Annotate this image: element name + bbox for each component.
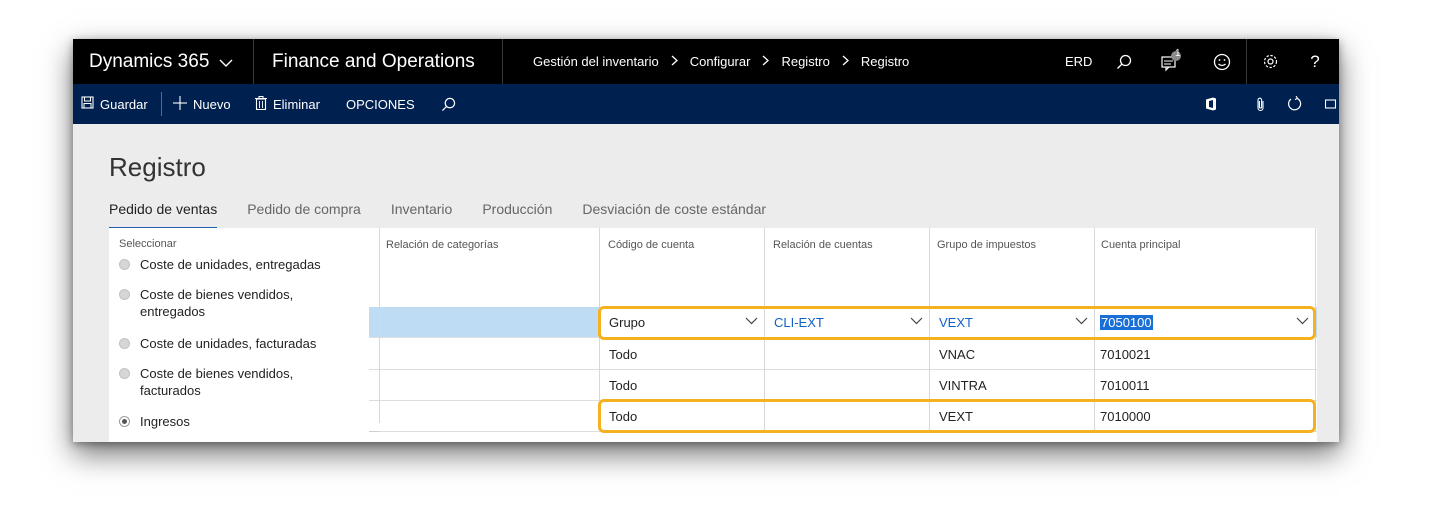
- brand-label: Dynamics 365: [89, 50, 210, 72]
- radio-option[interactable]: Coste de unidades, entregadas: [119, 256, 321, 273]
- column-header[interactable]: Relación de categorías: [381, 234, 596, 256]
- radio-label: Ingresos: [140, 414, 190, 429]
- breadcrumb-item[interactable]: Configurar: [690, 54, 751, 69]
- divider: [161, 92, 162, 116]
- breadcrumb-item[interactable]: Gestión del inventario: [533, 54, 659, 69]
- radio-button-selected[interactable]: [119, 416, 130, 427]
- company-picker[interactable]: ERD: [1065, 39, 1092, 84]
- grid-line: [379, 228, 380, 423]
- divider: [253, 39, 254, 84]
- cell-account-code: Todo: [609, 347, 638, 362]
- chevron-right-icon: [671, 55, 678, 69]
- product-name: Finance and Operations: [272, 50, 475, 72]
- column-header[interactable]: Código de cuenta: [603, 234, 763, 256]
- radio-label: Coste de bienes vendidos, entregados: [140, 287, 294, 319]
- attachment-icon[interactable]: [1256, 84, 1265, 124]
- tab-inventario[interactable]: Inventario: [391, 201, 452, 229]
- column-header[interactable]: Cuenta principal: [1096, 234, 1296, 256]
- column-header[interactable]: Relación de cuentas: [768, 234, 928, 256]
- delete-button[interactable]: Eliminar: [255, 84, 320, 124]
- highlight-outline: [598, 399, 1316, 433]
- posting-grid: Relación de categorías Código de cuenta …: [369, 228, 1317, 442]
- cell-tax-group: VNAC: [939, 347, 976, 362]
- breadcrumb-item[interactable]: Registro: [861, 54, 909, 69]
- table-row[interactable]: Todo VNAC 7010021: [369, 339, 1317, 370]
- tab-pedido-de-ventas[interactable]: Pedido de ventas: [109, 201, 218, 229]
- radio-label: Coste de unidades, entregadas: [140, 257, 321, 272]
- select-panel: Seleccionar Coste de unidades, entregada…: [109, 228, 369, 442]
- grid-line: [369, 431, 379, 432]
- save-icon: [81, 96, 94, 112]
- radio-label: Coste de bienes vendidos, facturados: [140, 366, 294, 398]
- tab-pedido-de-compra[interactable]: Pedido de compra: [247, 201, 361, 229]
- cell-main-account: 7010011: [1100, 378, 1150, 393]
- save-button[interactable]: Guardar: [81, 84, 148, 124]
- highlight-outline: [598, 306, 1316, 340]
- top-nav-bar: Dynamics 365 Finance and Operations Gest…: [73, 39, 1339, 84]
- tab-produccion[interactable]: Producción: [482, 201, 552, 229]
- new-label: Nuevo: [193, 96, 231, 112]
- cell-account-relation: [765, 370, 929, 401]
- radio-button[interactable]: [119, 338, 130, 349]
- breadcrumb: Gestión del inventario Configurar Regist…: [533, 39, 909, 84]
- new-button[interactable]: Nuevo: [173, 84, 231, 124]
- help-icon[interactable]: ?: [1300, 39, 1330, 84]
- radio-option[interactable]: Ingresos: [119, 413, 190, 430]
- app-window: Dynamics 365 Finance and Operations Gest…: [73, 39, 1339, 442]
- open-in-new-window-icon[interactable]: [1325, 84, 1339, 124]
- gear-icon[interactable]: [1255, 39, 1285, 84]
- radio-button[interactable]: [119, 368, 130, 379]
- cell-account-code: Todo: [609, 378, 638, 393]
- trash-icon: [255, 95, 267, 113]
- notification-icon[interactable]: 1: [1156, 39, 1186, 84]
- refresh-icon[interactable]: [1287, 84, 1303, 124]
- select-label: Seleccionar: [119, 238, 177, 250]
- radio-label: Coste de unidades, facturadas: [140, 336, 317, 351]
- app-switcher[interactable]: Dynamics 365: [89, 39, 233, 84]
- cell-main-account: 7010021: [1100, 347, 1151, 362]
- page-title: Registro: [109, 152, 206, 182]
- column-header[interactable]: Grupo de impuestos: [932, 234, 1092, 256]
- notification-count: 1: [1175, 48, 1181, 59]
- plus-icon: [173, 95, 187, 113]
- office-icon[interactable]: [1205, 84, 1217, 124]
- save-label: Guardar: [100, 96, 148, 112]
- cell-account-relation: [765, 339, 929, 370]
- chevron-down-icon: [219, 55, 233, 71]
- delete-label: Eliminar: [273, 96, 320, 112]
- divider: [1246, 39, 1247, 84]
- chevron-right-icon: [762, 55, 770, 69]
- radio-option[interactable]: Coste de bienes vendidos, entregados: [119, 286, 349, 320]
- breadcrumb-item[interactable]: Registro: [781, 54, 829, 69]
- action-search-icon[interactable]: [441, 84, 456, 124]
- action-pane: Guardar Nuevo Eliminar OPCIONES: [73, 84, 1339, 124]
- radio-option[interactable]: Coste de unidades, facturadas: [119, 335, 316, 352]
- options-button[interactable]: OPCIONES: [346, 84, 415, 124]
- divider: [502, 39, 503, 84]
- chevron-right-icon: [842, 55, 849, 69]
- radio-button[interactable]: [119, 289, 130, 300]
- radio-button[interactable]: [119, 259, 130, 270]
- tab-desviacion-de-coste-estandar[interactable]: Desviación de coste estándar: [582, 201, 766, 229]
- tab-strip: Pedido de ventas Pedido de compra Invent…: [109, 201, 796, 229]
- smiley-feedback-icon[interactable]: [1207, 39, 1237, 84]
- search-icon[interactable]: [1109, 39, 1139, 84]
- cell-tax-group: VINTRA: [939, 378, 987, 393]
- table-row[interactable]: Todo VINTRA 7010011: [369, 370, 1317, 401]
- radio-option[interactable]: Coste de bienes vendidos, facturados: [119, 365, 319, 399]
